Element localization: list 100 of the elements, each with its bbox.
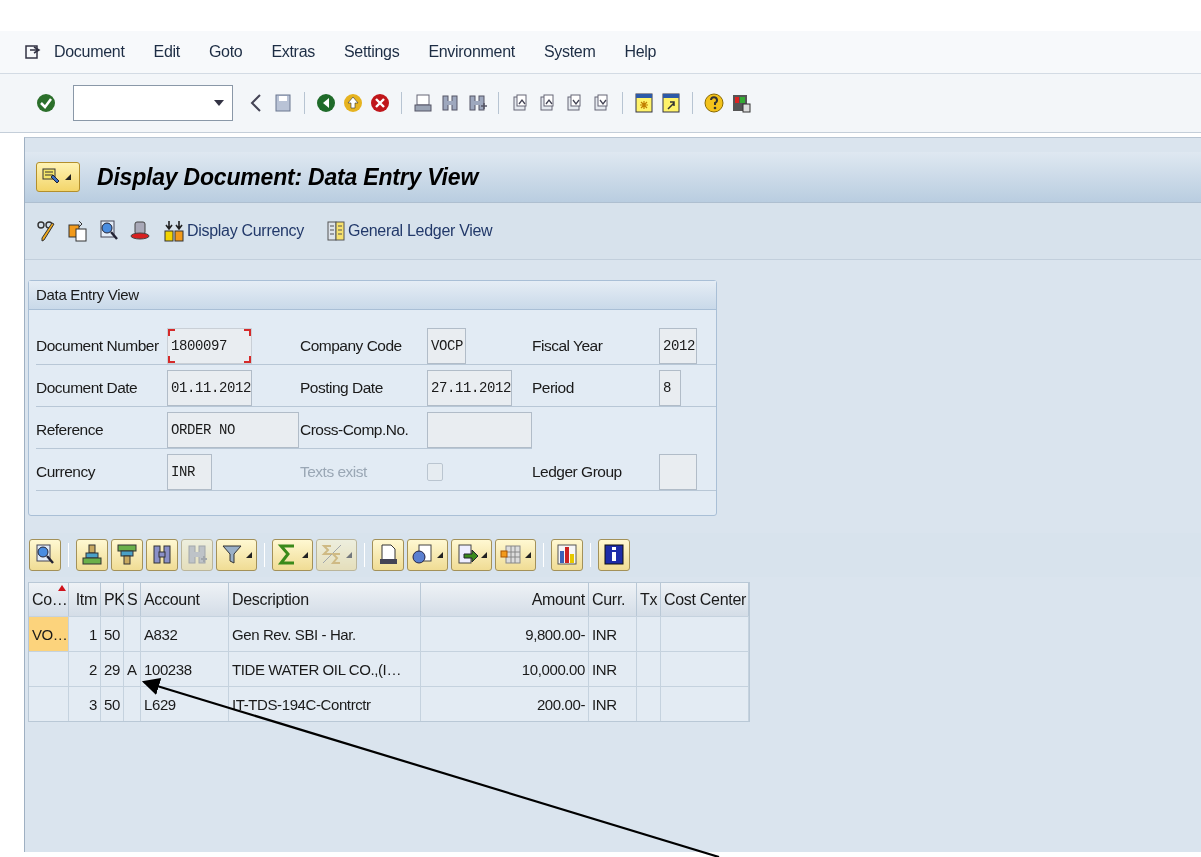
help-icon[interactable] bbox=[704, 92, 724, 114]
field-label: Texts exist bbox=[300, 454, 427, 491]
sort-ascending-icon bbox=[81, 543, 103, 567]
caret-icon bbox=[65, 174, 71, 180]
table-cell: 29 bbox=[101, 651, 124, 686]
toolbar-button[interactable] bbox=[111, 539, 143, 571]
cancel-icon[interactable] bbox=[370, 92, 390, 114]
group-title: Data Entry View bbox=[29, 281, 716, 310]
input-field[interactable]: VOCP bbox=[427, 328, 466, 364]
table-cell bbox=[637, 651, 661, 686]
toolbar-button[interactable] bbox=[598, 539, 630, 571]
table-cell: L629 bbox=[141, 686, 229, 721]
input-field[interactable]: 2012 bbox=[659, 328, 697, 364]
info-icon bbox=[603, 543, 625, 567]
copy-documents-icon[interactable] bbox=[67, 219, 89, 243]
input-field[interactable] bbox=[659, 454, 697, 490]
table-cell: TIDE WATER OIL CO.,(I… bbox=[229, 651, 421, 686]
table-cell: INR bbox=[589, 616, 637, 651]
menu-item[interactable]: Goto bbox=[205, 41, 246, 63]
previous-page-icon[interactable] bbox=[537, 92, 557, 114]
exit-icon[interactable] bbox=[343, 92, 363, 114]
menu-item[interactable]: Settings bbox=[340, 41, 403, 63]
caret-icon bbox=[346, 552, 352, 558]
find-icon[interactable] bbox=[440, 92, 460, 114]
shortcut-icon[interactable] bbox=[661, 92, 681, 114]
column-header[interactable]: Cost Center bbox=[661, 583, 749, 616]
chart-icon bbox=[556, 543, 578, 567]
first-page-icon[interactable] bbox=[510, 92, 530, 114]
column-header[interactable]: Itm bbox=[69, 583, 101, 616]
column-header[interactable]: S bbox=[124, 583, 141, 616]
sort-ascending-icon bbox=[58, 585, 66, 591]
check-icon[interactable] bbox=[36, 92, 56, 114]
input-field[interactable] bbox=[427, 412, 532, 448]
column-header[interactable]: Curr. bbox=[589, 583, 637, 616]
caret-icon bbox=[302, 552, 308, 558]
table-cell: 200.00- bbox=[421, 686, 589, 721]
menu-item[interactable]: System bbox=[540, 41, 599, 63]
table-layout-icon bbox=[500, 543, 522, 567]
ledger-columns-icon bbox=[327, 219, 347, 243]
new-session-icon[interactable] bbox=[634, 92, 654, 114]
table-cell: INR bbox=[589, 651, 637, 686]
caret-icon bbox=[437, 552, 443, 558]
dropdown-caret-icon[interactable] bbox=[214, 100, 224, 106]
page-icon bbox=[377, 543, 399, 567]
input-field[interactable]: 27.11.2012 bbox=[427, 370, 512, 406]
table-cell: 1 bbox=[69, 616, 101, 651]
toolbar-button[interactable] bbox=[76, 539, 108, 571]
last-page-icon[interactable] bbox=[591, 92, 611, 114]
input-field[interactable]: 8 bbox=[659, 370, 681, 406]
table-cell: 2 bbox=[69, 651, 101, 686]
caret-icon bbox=[246, 552, 252, 558]
caret-icon bbox=[481, 552, 487, 558]
next-page-icon[interactable] bbox=[564, 92, 584, 114]
column-header[interactable]: Co… bbox=[29, 583, 69, 616]
customize-layout-icon[interactable] bbox=[731, 92, 751, 114]
toolbar-button[interactable] bbox=[372, 539, 404, 571]
toolbar-button[interactable] bbox=[407, 539, 448, 571]
table-cell bbox=[637, 616, 661, 651]
save-icon[interactable] bbox=[273, 92, 293, 114]
table-cell: IT-TDS-194C-Contrctr bbox=[229, 686, 421, 721]
screen-title: Display Document: Data Entry View bbox=[97, 163, 479, 191]
toolbar-button[interactable]: General Ledger View bbox=[327, 219, 493, 243]
input-field[interactable]: INR bbox=[167, 454, 212, 490]
hat-icon[interactable] bbox=[129, 219, 151, 243]
table-cell: 9,800.00- bbox=[421, 616, 589, 651]
back-icon[interactable] bbox=[316, 92, 336, 114]
toolbar-button[interactable] bbox=[451, 539, 492, 571]
table-cell: Gen Rev. SBI - Har. bbox=[229, 616, 421, 651]
column-header[interactable]: Tx bbox=[637, 583, 661, 616]
arrows-boxes-icon bbox=[164, 219, 186, 243]
menu-item[interactable]: Edit bbox=[150, 41, 183, 63]
column-header[interactable]: Description bbox=[229, 583, 421, 616]
table-cell: 50 bbox=[101, 616, 124, 651]
find-next-icon[interactable] bbox=[467, 92, 487, 114]
menu-item[interactable]: Help bbox=[621, 41, 660, 63]
table-cell: 50 bbox=[101, 686, 124, 721]
sort-descending-icon bbox=[116, 543, 138, 567]
table-cell: 3 bbox=[69, 686, 101, 721]
column-header[interactable]: PK bbox=[101, 583, 124, 616]
table-cell: 100238 bbox=[141, 651, 229, 686]
column-header[interactable]: Amount bbox=[421, 583, 589, 616]
input-field[interactable]: 1800097 bbox=[167, 328, 252, 364]
menu-item[interactable]: Document bbox=[51, 41, 128, 63]
binoculars-icon bbox=[151, 543, 173, 567]
menu-button[interactable] bbox=[36, 162, 80, 192]
print-icon[interactable] bbox=[413, 92, 433, 114]
caret-icon bbox=[525, 552, 531, 558]
toolbar-button[interactable] bbox=[216, 539, 257, 571]
toolbar-button[interactable]: Display Currency bbox=[164, 219, 304, 243]
subtotal-icon bbox=[321, 543, 343, 567]
menu-item[interactable]: Extras bbox=[268, 41, 318, 63]
input-field[interactable]: 01.11.2012 bbox=[167, 370, 252, 406]
toolbar-button[interactable] bbox=[29, 539, 61, 571]
menu-item[interactable]: Environment bbox=[425, 41, 518, 63]
column-header[interactable]: Account bbox=[141, 583, 229, 616]
table-cell: A bbox=[124, 651, 141, 686]
input-field[interactable]: ORDER NO bbox=[167, 412, 299, 448]
command-field[interactable] bbox=[73, 85, 233, 121]
menu-icon[interactable] bbox=[24, 43, 42, 61]
table-cell: A832 bbox=[141, 616, 229, 651]
